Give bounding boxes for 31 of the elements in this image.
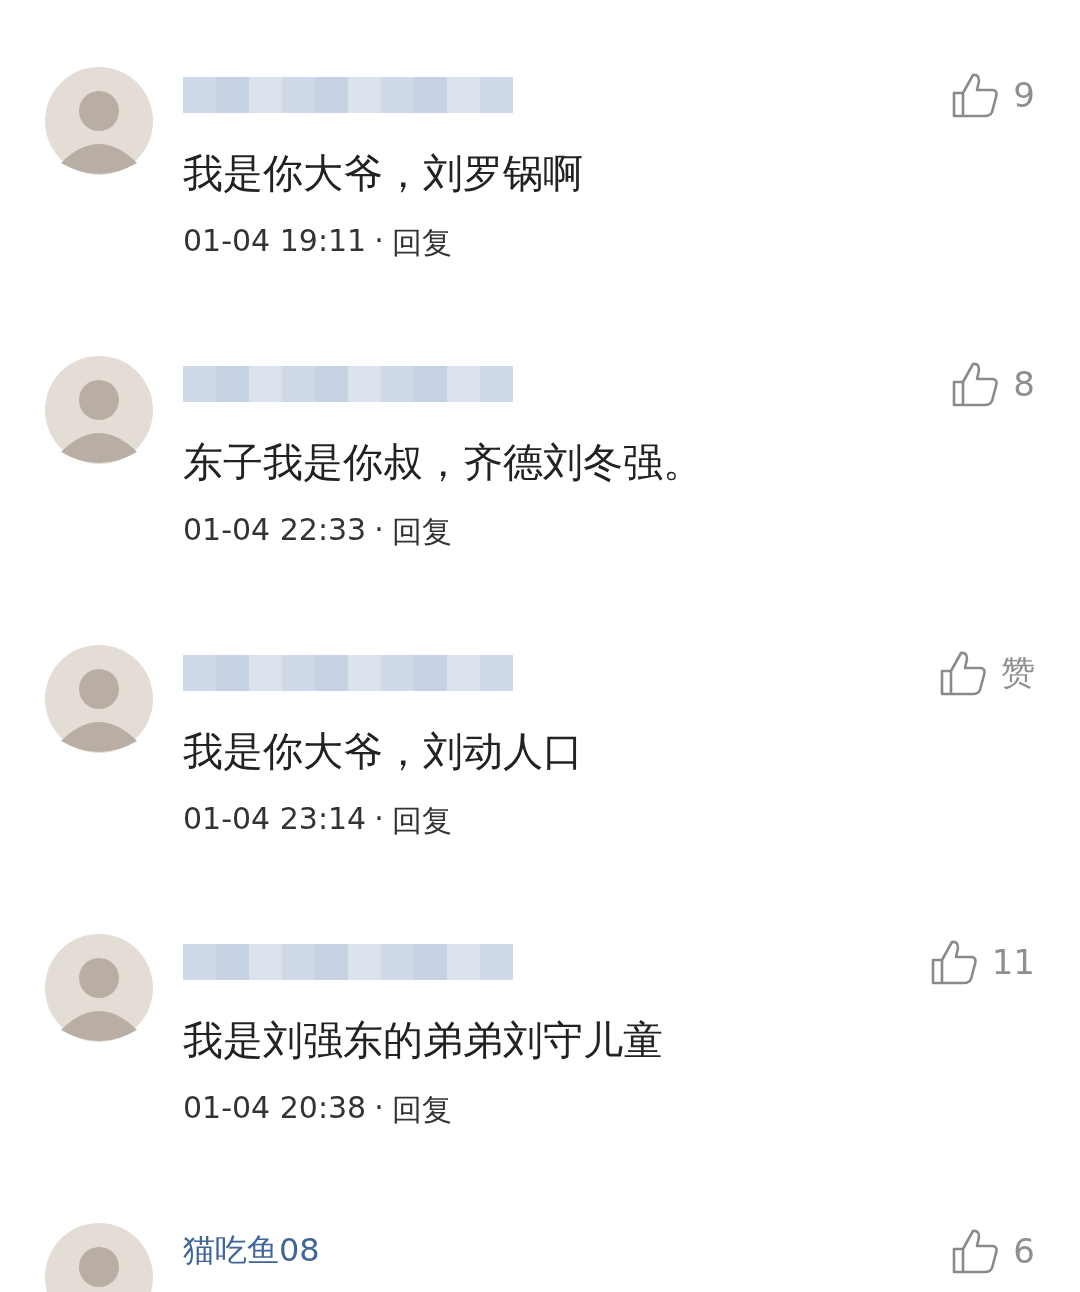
separator-dot: · <box>374 1090 384 1127</box>
separator-dot: · <box>374 512 384 549</box>
timestamp: 01-04 23:14 <box>183 801 367 838</box>
username[interactable]: 猫吃鱼08 <box>183 1229 320 1273</box>
timestamp: 01-04 19:11 <box>183 223 367 260</box>
thumbs-up-icon[interactable] <box>929 938 978 986</box>
reply-link[interactable]: 回复 <box>391 223 452 264</box>
like-count: 赞 <box>1001 651 1035 694</box>
thumbs-up-icon[interactable] <box>951 1227 1000 1275</box>
avatar[interactable] <box>45 67 153 175</box>
like-count: 8 <box>1013 364 1035 404</box>
avatar[interactable] <box>45 645 153 753</box>
thumbs-up-icon[interactable] <box>939 649 987 697</box>
comment-text: 我是刘强东的弟弟刘守儿童 <box>183 1016 664 1065</box>
avatar[interactable] <box>45 356 153 464</box>
reply-link[interactable]: 回复 <box>391 512 452 553</box>
timestamp: 01-04 22:33 <box>183 512 367 549</box>
comment-text: 我是你大爷，刘罗锅啊 <box>183 149 584 198</box>
like-count: 11 <box>991 942 1035 982</box>
reply-link[interactable]: 回复 <box>391 1090 452 1131</box>
thumbs-up-icon[interactable] <box>951 71 1000 119</box>
like-count: 9 <box>1013 75 1035 115</box>
like-count: 6 <box>1013 1231 1035 1271</box>
timestamp: 01-04 20:38 <box>183 1090 367 1127</box>
thumbs-up-icon[interactable] <box>951 360 1000 408</box>
reply-link[interactable]: 回复 <box>391 801 452 842</box>
separator-dot: · <box>374 223 384 260</box>
avatar[interactable] <box>45 934 153 1042</box>
separator-dot: · <box>374 801 384 838</box>
comment-text: 我是你大爷，刘动人口 <box>183 727 584 776</box>
comment-text: 东子我是你叔，齐德刘冬强。 <box>183 438 704 487</box>
